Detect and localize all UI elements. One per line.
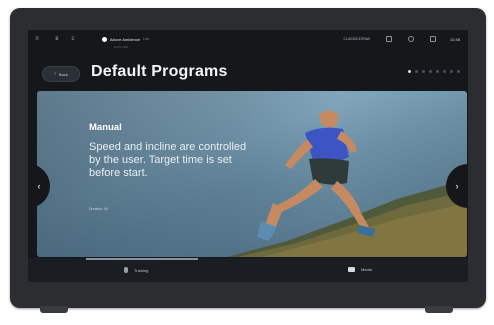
mode-label[interactable]: CLASSIC/DRAW: [343, 37, 370, 41]
clock: 10:48: [449, 36, 460, 42]
pagination-dot[interactable]: [457, 70, 460, 73]
bottom-tab-bar: Training Media: [28, 258, 468, 282]
pagination-dot[interactable]: [436, 70, 439, 73]
chevron-right-icon: ›: [455, 181, 459, 191]
runner-figure: [257, 110, 375, 241]
tab-training-label: Training: [134, 267, 149, 273]
pagination-dot[interactable]: [429, 70, 432, 73]
program-name: Manual: [89, 122, 122, 133]
program-description: Speed and incline are controlled by the …: [89, 141, 247, 179]
tablet-foot-left: [40, 306, 68, 313]
media-icon: [348, 267, 355, 272]
user-status: Live: [143, 37, 150, 41]
page-title: Default Programs: [91, 63, 228, 80]
pagination-dot[interactable]: [443, 70, 446, 73]
chevron-left-icon: ‹: [54, 71, 56, 77]
bluetooth-icon[interactable]: ʙ: [54, 36, 60, 42]
pagination-dot[interactable]: [415, 70, 418, 73]
back-button[interactable]: ‹ Back: [42, 66, 80, 82]
tablet-foot-right: [425, 306, 453, 313]
program-meta: Duration: 60: [89, 207, 109, 211]
tab-media-label: Media: [361, 267, 372, 272]
tab-media[interactable]: Media: [348, 267, 372, 272]
settings-icon[interactable]: ᴄ: [70, 36, 76, 42]
power-icon[interactable]: [407, 36, 414, 42]
pagination-dots[interactable]: [404, 70, 460, 73]
explore-label: EXPLORE: [114, 45, 129, 49]
pagination-dot[interactable]: [408, 70, 411, 73]
chevron-left-icon: ‹: [37, 181, 41, 191]
screen-icon[interactable]: [385, 36, 392, 42]
tab-training[interactable]: Training: [124, 267, 148, 273]
back-button-label: Back: [58, 71, 68, 77]
user-name: Above Ambience: [110, 36, 141, 42]
avatar: [102, 36, 107, 42]
user-profile[interactable]: Above Ambience Live: [102, 36, 150, 42]
training-icon: [124, 267, 128, 273]
status-right: CLASSIC/DRAW 10:48: [327, 30, 460, 48]
wifi-icon: [429, 36, 436, 42]
device-screen: ≡ ʙ ᴄ Above Ambience Live CLASSIC/DRAW 1…: [28, 30, 468, 282]
program-card[interactable]: Manual Speed and incline are controlled …: [37, 91, 467, 257]
status-bar: ≡ ʙ ᴄ Above Ambience Live CLASSIC/DRAW 1…: [28, 30, 468, 48]
active-tab-indicator: [86, 258, 198, 260]
pagination-dot[interactable]: [450, 70, 453, 73]
menu-icon[interactable]: ≡: [34, 36, 40, 42]
pagination-dot[interactable]: [422, 70, 425, 73]
